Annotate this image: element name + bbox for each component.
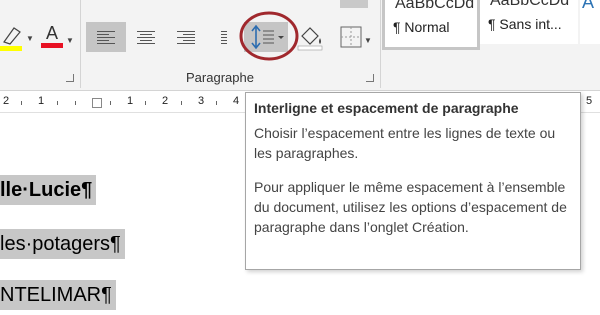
paragraph-dialog-launcher[interactable] — [366, 74, 374, 82]
ruler-tick — [181, 101, 182, 105]
paragraph-group-label: Paragraphe — [186, 70, 254, 85]
style-heading[interactable]: A — [580, 0, 600, 44]
paint-bucket-icon — [297, 27, 323, 51]
style-preview: AaBbCcDd — [490, 0, 570, 9]
style-no-spacing[interactable]: AaBbCcDd ¶ Sans int... — [480, 0, 578, 44]
group-separator — [380, 0, 381, 88]
style-preview: AaBbCcDd — [395, 0, 475, 12]
align-right-button[interactable] — [168, 22, 204, 52]
group-separator — [80, 0, 81, 88]
font-dialog-launcher[interactable] — [66, 74, 74, 82]
ruler-number: 2 — [3, 95, 10, 107]
document-line[interactable]: lle·Lucie¶ — [0, 175, 97, 205]
ruler-number: 3 — [198, 95, 205, 107]
ruler-tick — [145, 101, 146, 105]
shading-button[interactable] — [296, 22, 330, 52]
font-color-icon: A — [41, 23, 63, 48]
tooltip-detail: Pour appliquer le même espacement à l’en… — [254, 179, 567, 235]
line-spacing-tooltip: Interligne et espacement de paragraphe C… — [245, 92, 581, 270]
ruler-tick — [110, 101, 111, 105]
ruler-tick — [216, 101, 217, 105]
borders-dropdown-arrow[interactable]: ▼ — [364, 36, 372, 45]
borders-button[interactable] — [336, 22, 366, 52]
font-color-dropdown-arrow[interactable]: ▼ — [66, 36, 74, 45]
align-left-icon — [97, 30, 115, 44]
ruler-tick — [21, 101, 22, 105]
align-center-icon — [137, 30, 155, 44]
ruler-number: 1 — [38, 95, 45, 107]
ruler-number: 4 — [233, 95, 240, 107]
document-line[interactable]: les·potagers¶ — [0, 229, 125, 259]
align-left-button[interactable] — [86, 22, 126, 52]
sort-button[interactable] — [340, 0, 368, 8]
justify-icon — [221, 30, 227, 44]
ruler-number: 1 — [127, 95, 134, 107]
ruler-number: 2 — [162, 95, 169, 107]
ribbon: ▼ A ▼ ▼ Paragraphe AaBbCcDd ¶ Normal AaB… — [0, 0, 600, 91]
highlight-dropdown-arrow[interactable]: ▼ — [26, 34, 34, 43]
style-name: ¶ Sans int... — [488, 16, 562, 32]
justify-button[interactable] — [206, 22, 242, 52]
align-right-icon — [177, 30, 195, 44]
style-preview: A — [582, 0, 595, 12]
ruler-margin-marker — [92, 98, 102, 108]
tooltip-title: Interligne et espacement de paragraphe — [254, 100, 519, 116]
style-normal[interactable]: AaBbCcDd ¶ Normal — [382, 0, 480, 50]
tooltip-description: Choisir l’espacement entre les lignes de… — [254, 125, 556, 161]
font-color-button[interactable]: A — [38, 20, 66, 50]
annotation-circle — [239, 11, 299, 61]
document-line[interactable]: NTELIMAR¶ — [0, 280, 116, 310]
ruler-number: 5 — [586, 95, 593, 107]
ruler-tick — [57, 101, 58, 105]
align-center-button[interactable] — [128, 22, 164, 52]
svg-text:A: A — [46, 23, 58, 43]
borders-icon — [340, 26, 362, 48]
ruler-tick — [75, 101, 76, 105]
style-name: ¶ Normal — [393, 19, 450, 35]
